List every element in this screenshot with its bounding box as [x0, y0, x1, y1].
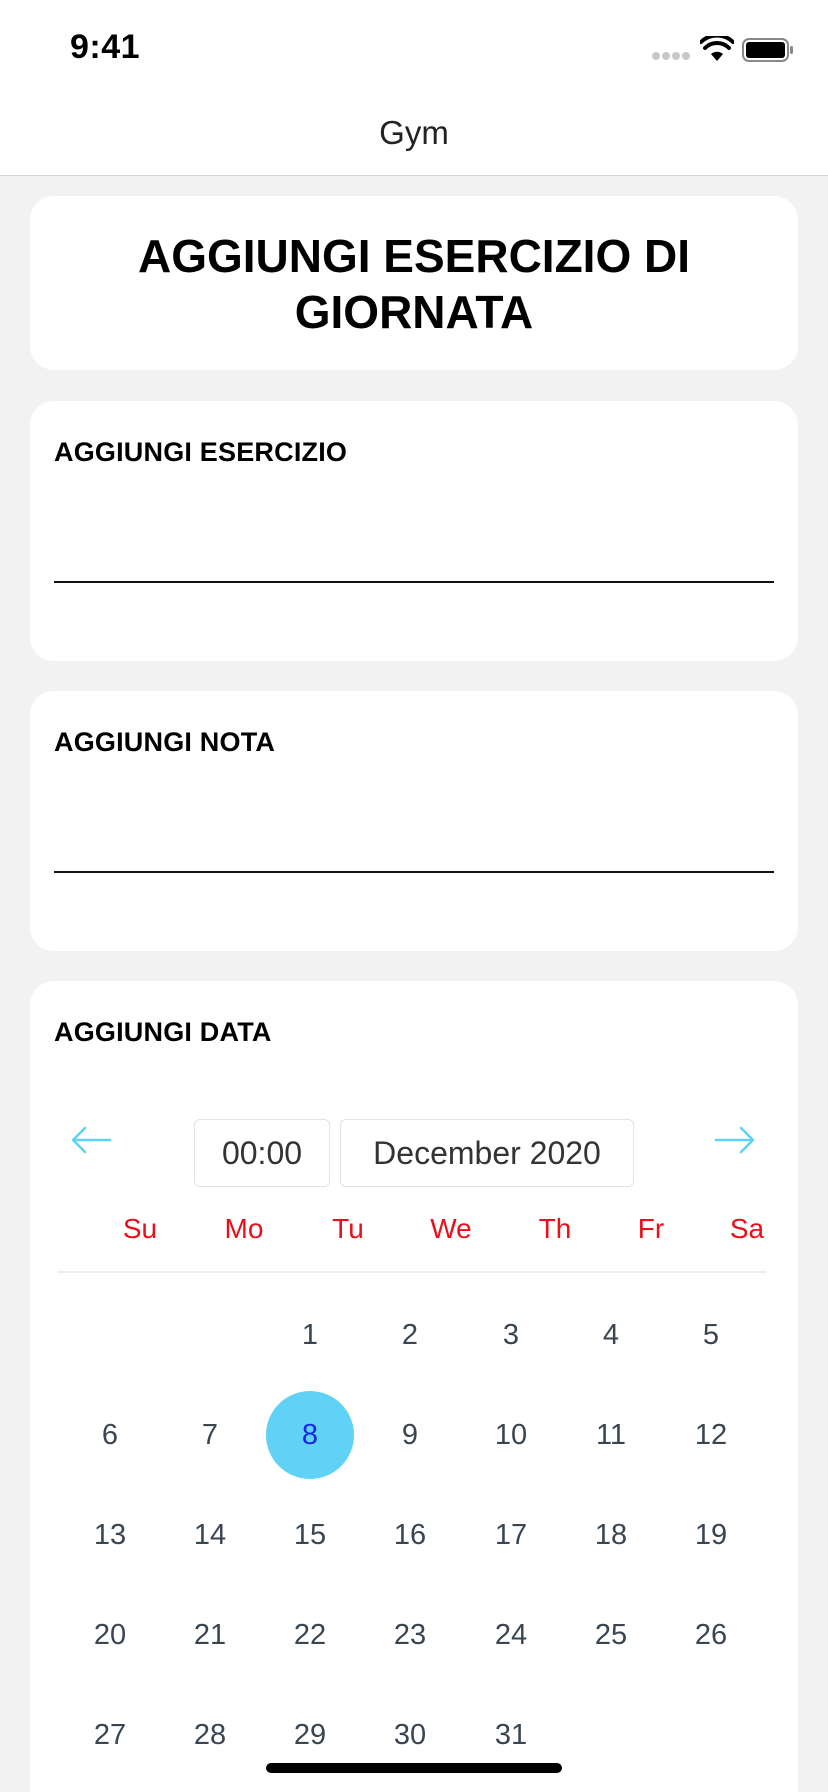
calendar-day[interactable]: 22 [266, 1591, 354, 1679]
calendar-day-selected[interactable]: 8 [266, 1391, 354, 1479]
wifi-icon [700, 36, 734, 61]
calendar-grid: 1 2 3 4 5 6 7 8 9 10 11 12 13 14 15 16 17 18 19 20 21 22 23 24 2… [30, 981, 798, 1792]
calendar-day[interactable]: 17 [467, 1491, 555, 1579]
battery-icon [742, 38, 793, 62]
home-indicator [266, 1763, 562, 1773]
exercise-label: AGGIUNGI ESERCIZIO [54, 437, 348, 467]
calendar-day[interactable]: 3 [467, 1291, 555, 1379]
calendar-day[interactable]: 6 [66, 1391, 154, 1479]
status-bar: 9:41 [0, 0, 828, 96]
calendar-day[interactable]: 12 [667, 1391, 755, 1479]
calendar-day[interactable]: 5 [667, 1291, 755, 1379]
note-input[interactable] [54, 809, 774, 873]
calendar-day[interactable]: 24 [467, 1591, 555, 1679]
app-screen: 9:41 Gym AGGIUNGI ESERCIZIO DI GIORNATA … [0, 0, 828, 1792]
cellular-signal-icon [652, 52, 690, 62]
calendar-day[interactable]: 20 [66, 1591, 154, 1679]
calendar-day[interactable]: 1 [266, 1291, 354, 1379]
calendar-day[interactable]: 7 [166, 1391, 254, 1479]
calendar-day[interactable]: 4 [567, 1291, 655, 1379]
status-time: 9:41 [70, 28, 141, 66]
date-card: AGGIUNGI DATA 00:00 December 2020 Su Mo … [30, 981, 798, 1792]
calendar-day[interactable]: 14 [166, 1491, 254, 1579]
calendar-day[interactable]: 19 [667, 1491, 755, 1579]
calendar-day[interactable]: 27 [66, 1691, 154, 1779]
calendar-day[interactable]: 21 [166, 1591, 254, 1679]
note-card: AGGIUNGI NOTA [30, 691, 798, 951]
exercise-input[interactable] [54, 519, 774, 583]
exercise-card: AGGIUNGI ESERCIZIO [30, 401, 798, 661]
calendar-day[interactable]: 2 [366, 1291, 454, 1379]
calendar-day[interactable]: 13 [66, 1491, 154, 1579]
calendar-day[interactable]: 15 [266, 1491, 354, 1579]
calendar-day[interactable]: 18 [567, 1491, 655, 1579]
calendar-day[interactable]: 9 [366, 1391, 454, 1479]
calendar-day[interactable]: 23 [366, 1591, 454, 1679]
navigation-bar: Gym [0, 96, 828, 176]
title-card: AGGIUNGI ESERCIZIO DI GIORNATA [30, 196, 798, 370]
calendar-day[interactable]: 25 [567, 1591, 655, 1679]
calendar-day[interactable]: 26 [667, 1591, 755, 1679]
calendar-day[interactable]: 11 [567, 1391, 655, 1479]
note-label: AGGIUNGI NOTA [54, 727, 276, 757]
page-title: AGGIUNGI ESERCIZIO DI GIORNATA [137, 230, 691, 338]
calendar-day[interactable]: 16 [366, 1491, 454, 1579]
calendar-day[interactable]: 28 [166, 1691, 254, 1779]
calendar-day[interactable]: 10 [467, 1391, 555, 1479]
nav-title: Gym [379, 114, 449, 151]
